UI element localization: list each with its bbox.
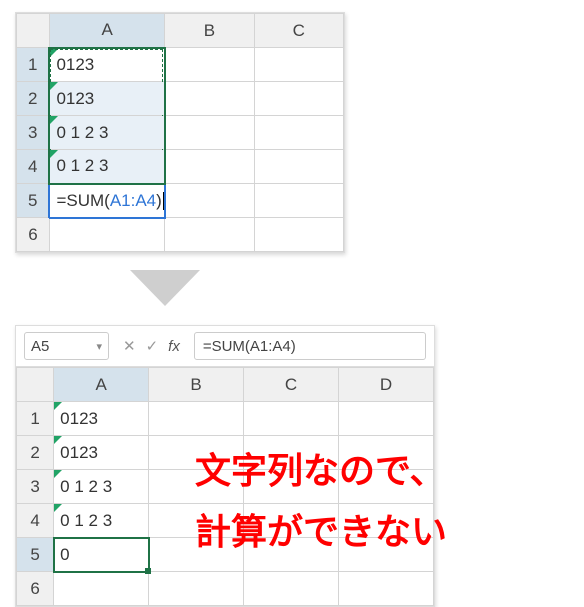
cell-b4[interactable] [165,150,254,184]
cell-b3[interactable] [165,116,254,150]
fx-icon[interactable]: fx [168,338,180,355]
cell-a4[interactable]: 0 1 2 3 [54,504,149,538]
formula-input-value: =SUM(A1:A4) [203,338,296,355]
col-header-d[interactable]: D [339,368,434,402]
name-box-value: A5 [31,338,49,355]
cell-a2[interactable]: 0123 [49,82,164,116]
row-header-4[interactable]: 4 [17,504,54,538]
cell-b6[interactable] [149,572,244,606]
cell-a4[interactable]: 0 1 2 3 [49,150,164,184]
cell-a6[interactable] [54,572,149,606]
grid-top: A B C 1 0123 2 0123 3 0 1 2 3 4 0 [16,13,344,252]
cell-c6[interactable] [254,218,343,252]
cell-d1[interactable] [339,402,434,436]
spreadsheet-top: A B C 1 0123 2 0123 3 0 1 2 3 4 0 [15,12,345,253]
row-header-2[interactable]: 2 [17,436,54,470]
cell-a1-value: 0123 [56,55,94,74]
cell-c1[interactable] [254,48,343,82]
cell-b1[interactable] [149,402,244,436]
cell-a5-editing[interactable]: =SUM(A1:A4) [49,184,164,218]
cell-c1[interactable] [244,402,339,436]
caption-line-1: 文字列なので、 [195,440,447,501]
row-header-6[interactable]: 6 [17,218,50,252]
caption-line-2: 計算ができない [195,501,447,562]
select-all-corner[interactable] [17,368,54,402]
row-header-3[interactable]: 3 [17,470,54,504]
col-header-c[interactable]: C [244,368,339,402]
annotation-caption: 文字列なので、 計算ができない [195,440,447,562]
cell-b1[interactable] [165,48,254,82]
cell-b5[interactable] [165,184,254,218]
col-header-b[interactable]: B [165,14,254,48]
cancel-icon[interactable]: ✕ [123,337,136,355]
row-header-4[interactable]: 4 [17,150,50,184]
formula-suffix: ) [156,191,164,210]
cell-a3[interactable]: 0 1 2 3 [49,116,164,150]
cell-a3[interactable]: 0 1 2 3 [54,470,149,504]
cell-c6[interactable] [244,572,339,606]
cell-c3[interactable] [254,116,343,150]
cell-a2[interactable]: 0123 [54,436,149,470]
row-header-5[interactable]: 5 [17,184,50,218]
cell-b6[interactable] [165,218,254,252]
formula-bar: A5 ▾ ✕ ✓ fx =SUM(A1:A4) [16,326,434,367]
row-header-3[interactable]: 3 [17,116,50,150]
cell-b2[interactable] [165,82,254,116]
cell-c5[interactable] [254,184,343,218]
cell-c4[interactable] [254,150,343,184]
col-header-a[interactable]: A [49,14,164,48]
row-header-1[interactable]: 1 [17,48,50,82]
row-header-2[interactable]: 2 [17,82,50,116]
formula-input[interactable]: =SUM(A1:A4) [194,332,426,360]
cell-c2[interactable] [254,82,343,116]
cell-d6[interactable] [339,572,434,606]
col-header-a[interactable]: A [54,368,149,402]
down-arrow-icon [130,270,200,311]
formula-bar-buttons: ✕ ✓ fx [117,337,186,355]
name-box[interactable]: A5 ▾ [24,332,109,360]
row-header-1[interactable]: 1 [17,402,54,436]
formula-range-ref: A1:A4 [110,191,156,210]
cell-a1[interactable]: 0123 [49,48,164,82]
cell-a5[interactable]: 0 [54,538,149,572]
enter-icon[interactable]: ✓ [146,337,159,355]
cell-a6[interactable] [49,218,164,252]
cell-a1[interactable]: 0123 [54,402,149,436]
col-header-c[interactable]: C [254,14,343,48]
select-all-corner[interactable] [17,14,50,48]
row-header-6[interactable]: 6 [17,572,54,606]
chevron-down-icon[interactable]: ▾ [96,340,102,353]
formula-prefix: =SUM( [56,191,109,210]
row-header-5[interactable]: 5 [17,538,54,572]
col-header-b[interactable]: B [149,368,244,402]
